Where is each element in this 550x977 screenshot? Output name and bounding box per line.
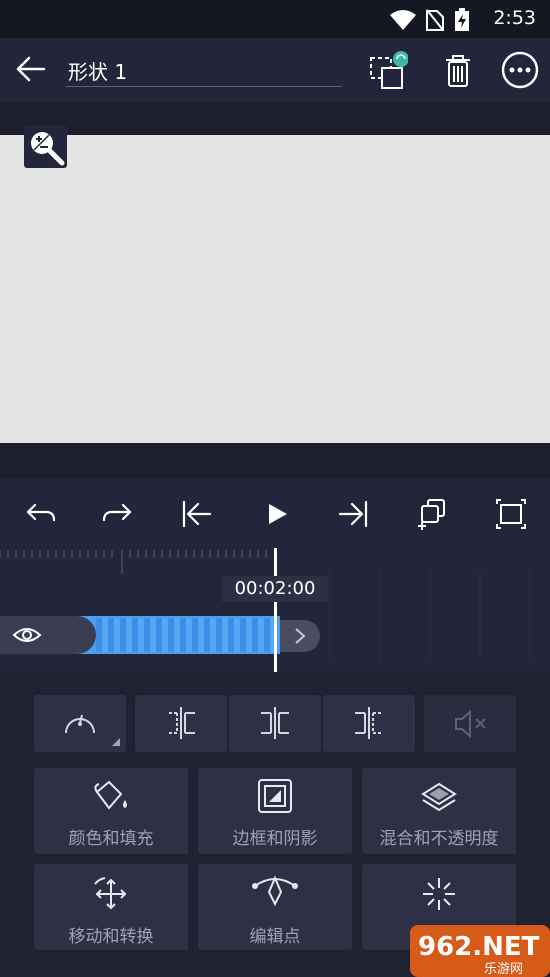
track-expand-handle[interactable]	[280, 620, 320, 652]
svg-text:962.NET: 962.NET	[418, 932, 540, 962]
playhead[interactable]	[274, 548, 277, 672]
zoom-icon	[31, 132, 65, 166]
edit-points-tile[interactable]: 编辑点	[198, 864, 352, 950]
battery-charging-icon	[455, 8, 469, 31]
tile-label: 移动和转换	[68, 927, 154, 947]
more-options-icon[interactable]	[500, 50, 540, 90]
zoom-button[interactable]	[24, 125, 67, 168]
site-watermark-logo: 962.NET 乐游网	[410, 925, 550, 977]
svg-text:乐游网: 乐游网	[484, 962, 523, 977]
fit-screen-icon[interactable]	[493, 496, 529, 532]
split-button[interactable]	[229, 695, 321, 752]
align-left-button[interactable]	[135, 695, 227, 752]
border-shadow-tile[interactable]: 边框和阴影	[198, 768, 352, 854]
split-icon	[261, 707, 289, 739]
move-transform-tile[interactable]: 移动和转换	[34, 864, 188, 950]
back-arrow-icon[interactable]	[14, 52, 48, 86]
layers-icon	[421, 782, 457, 812]
layer-title[interactable]: 形状 1	[68, 56, 127, 85]
preview-canvas[interactable]	[0, 135, 550, 443]
status-bar: 2:53	[0, 0, 550, 38]
paint-bucket-icon	[94, 780, 127, 810]
mute-button[interactable]	[424, 695, 516, 752]
move-transform-icon	[94, 877, 127, 910]
split-right-icon	[355, 707, 383, 739]
no-sim-icon	[426, 9, 444, 31]
speed-button[interactable]	[34, 695, 126, 752]
undo-icon[interactable]	[22, 496, 58, 532]
tile-label: 编辑点	[249, 927, 301, 947]
tile-label: 混合和不透明度	[379, 829, 499, 849]
align-right-button[interactable]	[323, 695, 415, 752]
title-field[interactable]: 形状 1	[66, 50, 342, 87]
eye-icon	[12, 628, 42, 642]
app-bar: 形状 1	[0, 38, 550, 102]
blend-opacity-tile[interactable]: 混合和不透明度	[362, 768, 516, 854]
status-icons	[390, 8, 470, 32]
jump-to-start-icon[interactable]	[178, 496, 214, 532]
border-shadow-icon	[258, 779, 292, 813]
duplicate-layer-icon[interactable]	[368, 50, 408, 90]
layer-track-fill	[96, 618, 276, 652]
visibility-toggle[interactable]	[0, 616, 96, 654]
pen-tool-icon	[252, 875, 298, 907]
current-time: 00:02:00	[222, 576, 328, 602]
speedometer-icon	[65, 714, 95, 734]
add-layer-icon[interactable]	[414, 496, 450, 532]
split-left-icon	[167, 707, 195, 739]
tile-label: 边框和阴影	[232, 829, 318, 849]
status-time: 2:53	[493, 7, 536, 29]
sparkle-icon	[423, 878, 455, 910]
redo-icon[interactable]	[100, 496, 136, 532]
play-icon[interactable]	[258, 496, 294, 532]
mute-icon	[455, 709, 486, 739]
corner-indicator-icon	[112, 738, 120, 746]
chevron-right-icon	[295, 628, 306, 644]
tile-label: 颜色和填充	[68, 829, 154, 849]
jump-to-end-icon[interactable]	[336, 496, 372, 532]
wifi-icon	[390, 10, 416, 30]
trash-icon[interactable]	[438, 50, 478, 90]
color-fill-tile[interactable]: 颜色和填充	[34, 768, 188, 854]
